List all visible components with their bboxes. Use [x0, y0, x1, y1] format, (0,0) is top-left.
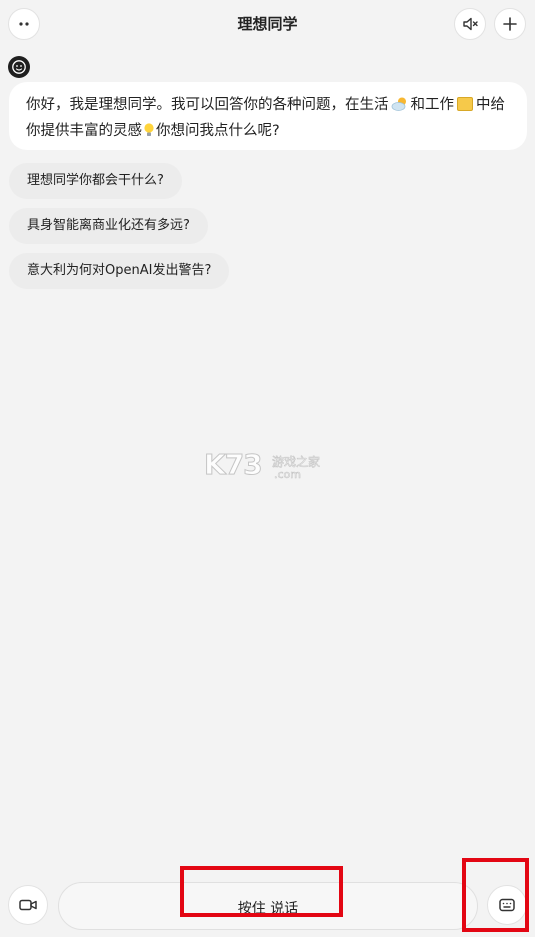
assistant-chat-screen: 理想同学 你好，我是理想同学。我可以回答你的各种问题，在生活 和工作 中给你提供丰… — [0, 0, 535, 937]
highlight-box-talk — [180, 866, 343, 917]
greeting-text-1: 你好，我是理想同学。我可以回答你的各种问题，在生活 — [26, 97, 389, 113]
plus-icon — [503, 17, 517, 31]
robot-face-icon — [12, 60, 26, 74]
video-camera-icon — [19, 899, 37, 911]
highlight-box-keyboard — [462, 858, 529, 932]
video-call-button[interactable] — [8, 885, 48, 925]
watermark: K73 游戏之家 .com — [204, 448, 334, 488]
greeting-text-4: 你想问我点什么呢? — [156, 123, 280, 139]
header: 理想同学 — [0, 0, 535, 48]
mute-icon — [463, 17, 478, 31]
suggestion-chip[interactable]: 意大利为何对OpenAI发出警告? — [9, 253, 230, 289]
bulb-icon — [144, 123, 154, 136]
cloud-sun-icon — [391, 97, 406, 111]
assistant-avatar — [8, 56, 30, 78]
greeting-message: 你好，我是理想同学。我可以回答你的各种问题，在生活 和工作 中给你提供丰富的灵感 … — [9, 82, 527, 150]
suggestion-chip[interactable]: 具身智能离商业化还有多远? — [9, 208, 208, 244]
greeting-text-2: 和工作 — [410, 97, 455, 113]
watermark-domain: .com — [274, 468, 302, 482]
new-chat-button[interactable] — [494, 8, 526, 40]
watermark-brand: K73 — [204, 448, 264, 482]
mute-button[interactable] — [454, 8, 486, 40]
note-icon — [457, 97, 473, 111]
suggestion-chip[interactable]: 理想同学你都会干什么? — [9, 163, 182, 199]
